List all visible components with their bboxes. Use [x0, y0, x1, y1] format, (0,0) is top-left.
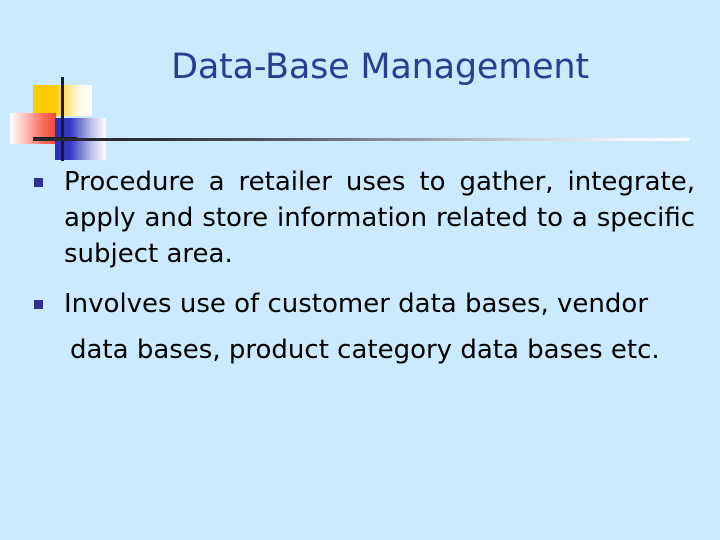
- title-divider-rule: [33, 138, 690, 141]
- bullet-item-2: Involves use of customer data bases, ven…: [30, 281, 695, 373]
- bullet-item-1: Procedure a retailer uses to gather, int…: [30, 164, 695, 272]
- decor-vertical-line-icon: [61, 77, 64, 161]
- slide-body: Procedure a retailer uses to gather, int…: [30, 164, 695, 373]
- square-bullet-icon: [34, 300, 43, 309]
- slide-canvas: Data-Base Management Procedure a retaile…: [0, 0, 720, 540]
- bullet-item-1-text: Procedure a retailer uses to gather, int…: [64, 167, 695, 269]
- bullet-item-2-line-2: data bases, product category data bases …: [70, 335, 660, 365]
- bullet-item-2-line-1: Involves use of customer data bases, ven…: [64, 289, 649, 319]
- decor-yellow-square-icon: [33, 85, 92, 116]
- page-title: Data-Base Management: [171, 47, 589, 87]
- square-bullet-icon: [34, 178, 43, 187]
